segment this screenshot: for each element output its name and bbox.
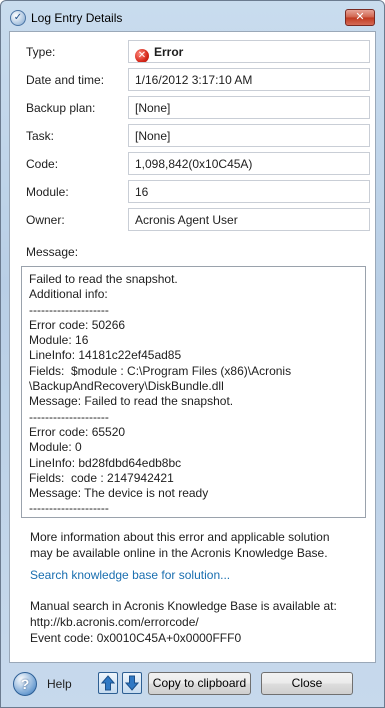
window-title: Log Entry Details	[31, 11, 123, 25]
code-label: Code:	[26, 157, 59, 171]
close-button[interactable]: Close	[261, 672, 353, 695]
arrow-down-icon	[125, 675, 139, 691]
message-line: Message: The device is not ready	[29, 486, 209, 501]
message-line: Message: Failed to read the snapshot.	[29, 394, 234, 409]
bottom-toolbar: ? Help Copy to clipboard Close	[1, 664, 384, 708]
message-line: Additional info:	[29, 287, 108, 302]
kb-info-line-2: may be available online in the Acronis K…	[30, 546, 328, 560]
title-bar[interactable]: ✓ Log Entry Details ✕	[1, 1, 384, 31]
client-area: Type: ✕ Error Date and time: 1/16/2012 3:…	[9, 31, 376, 663]
copy-to-clipboard-button[interactable]: Copy to clipboard	[148, 672, 251, 695]
backup-plan-label: Backup plan:	[26, 101, 96, 115]
message-line: Error code: 65520	[29, 424, 126, 439]
message-line: Fields: $module : C:\Program Files (x86)…	[29, 363, 292, 378]
message-line: Fields: code : 2147942421	[29, 470, 174, 485]
date-time-label: Date and time:	[26, 73, 105, 87]
message-textbox[interactable]: Failed to read the snapshot. Additional …	[21, 266, 366, 518]
help-label[interactable]: Help	[47, 677, 72, 691]
app-icon: ✓	[10, 10, 26, 26]
manual-search-line: Manual search in Acronis Knowledge Base …	[30, 599, 337, 613]
message-line: --------------------	[29, 302, 109, 317]
message-line: --------------------	[29, 501, 109, 516]
date-time-field[interactable]: 1/16/2012 3:17:10 AM	[128, 68, 370, 91]
type-value: Error	[154, 45, 184, 59]
previous-entry-button[interactable]	[98, 672, 118, 694]
message-line: LineInfo: 14181c22ef45ad85	[29, 348, 182, 363]
type-label: Type:	[26, 45, 56, 59]
task-field[interactable]: [None]	[128, 124, 370, 147]
kb-url-text: http://kb.acronis.com/errorcode/	[30, 615, 199, 629]
type-field: ✕ Error	[128, 40, 370, 63]
message-line: --------------------	[29, 409, 109, 424]
owner-field[interactable]: Acronis Agent User	[128, 208, 370, 231]
help-icon[interactable]: ?	[13, 672, 37, 696]
error-icon: ✕	[135, 49, 149, 62]
message-line: LineInfo: bd28fdbd64edb8bc	[29, 455, 182, 470]
kb-info-line-1: More information about this error and ap…	[30, 530, 330, 544]
code-field[interactable]: 1,098,842(0x10C45A)	[128, 152, 370, 175]
message-line: \BackupAndRecovery\DiskBundle.dll	[29, 379, 224, 394]
event-code-text: Event code: 0x0010C45A+0x0000FFF0	[30, 631, 242, 645]
message-line: Error code: 50266	[29, 317, 126, 332]
search-kb-link[interactable]: Search knowledge base for solution...	[30, 568, 230, 582]
message-line: Module: 0	[29, 440, 82, 455]
window-close-button[interactable]: ✕	[345, 9, 375, 26]
module-field[interactable]: 16	[128, 180, 370, 203]
task-label: Task:	[26, 129, 55, 143]
backup-plan-field[interactable]: [None]	[128, 96, 370, 119]
log-entry-details-window: ✓ Log Entry Details ✕ Type: ✕ Error Date …	[0, 0, 385, 708]
message-label: Message:	[26, 245, 79, 259]
message-line: Failed to read the snapshot.	[29, 272, 178, 286]
message-line: Module: 16	[29, 333, 89, 348]
module-label: Module:	[26, 185, 69, 199]
next-entry-button[interactable]	[122, 672, 142, 694]
arrow-up-icon	[101, 675, 115, 691]
owner-label: Owner:	[26, 213, 65, 227]
